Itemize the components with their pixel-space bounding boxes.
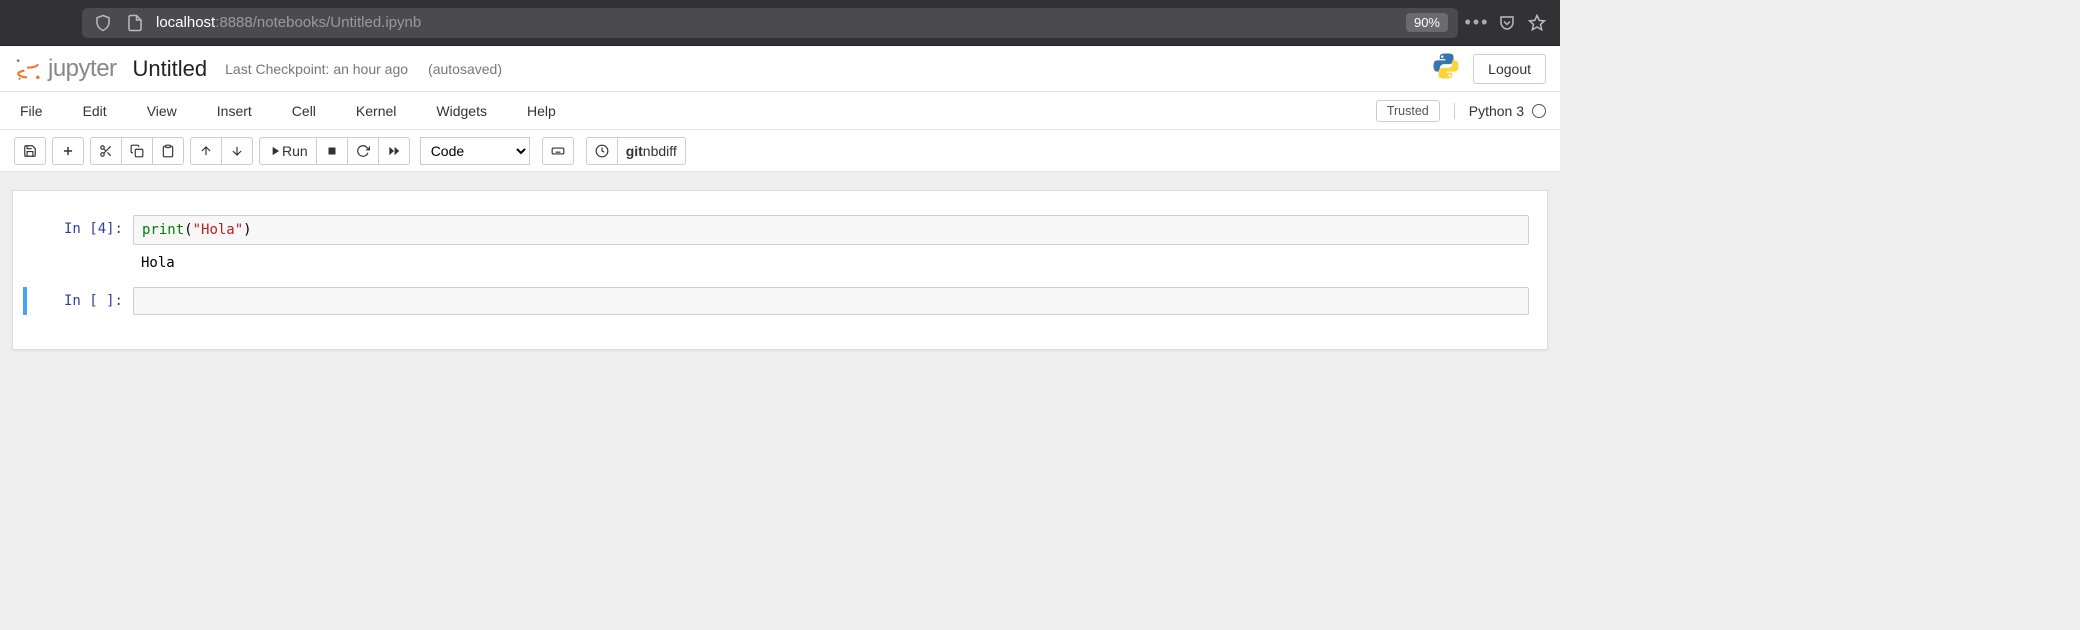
run-label: Run xyxy=(282,143,308,159)
insert-cell-button[interactable] xyxy=(52,137,84,165)
run-button[interactable]: Run xyxy=(259,137,317,165)
restart-button[interactable] xyxy=(347,137,379,165)
kernel-idle-icon xyxy=(1532,104,1546,118)
interrupt-button[interactable] xyxy=(316,137,348,165)
save-button[interactable] xyxy=(14,137,46,165)
notebook-container: In [4]: print("Hola") Hola In [ ]: xyxy=(12,190,1548,350)
out-prompt-blank xyxy=(23,249,133,277)
move-up-button[interactable] xyxy=(190,137,222,165)
logo-text: jupyter xyxy=(48,55,117,83)
python-logo-icon xyxy=(1431,51,1461,86)
git-rest-label: nbdiff xyxy=(643,143,677,159)
copy-button[interactable] xyxy=(121,137,153,165)
jupyter-logo[interactable]: jupyter xyxy=(14,55,117,83)
code-input[interactable]: print("Hola") xyxy=(133,215,1529,245)
code-paren-close: ) xyxy=(243,222,251,238)
code-func: print xyxy=(142,222,184,238)
jupyter-header: jupyter Untitled Last Checkpoint: an hou… xyxy=(0,46,1560,92)
menu-help[interactable]: Help xyxy=(521,99,562,123)
notebook-area: In [4]: print("Hola") Hola In [ ]: xyxy=(0,172,1560,368)
move-down-button[interactable] xyxy=(221,137,253,165)
kernel-indicator[interactable]: Python 3 xyxy=(1454,103,1546,119)
kernel-label: Python 3 xyxy=(1469,103,1524,119)
shield-icon xyxy=(92,12,114,34)
zoom-badge[interactable]: 90% xyxy=(1406,13,1448,32)
menu-kernel[interactable]: Kernel xyxy=(350,99,402,123)
url-bar[interactable]: localhost:8888/notebooks/Untitled.ipynb … xyxy=(82,8,1458,38)
pocket-icon[interactable] xyxy=(1496,12,1518,34)
toolbar: Run Code git nbdiff xyxy=(0,130,1560,172)
browser-address-bar: localhost:8888/notebooks/Untitled.ipynb … xyxy=(0,0,1560,46)
menu-cell[interactable]: Cell xyxy=(286,99,322,123)
more-icon[interactable]: ••• xyxy=(1466,12,1488,34)
paste-button[interactable] xyxy=(152,137,184,165)
bookmark-star-icon[interactable] xyxy=(1526,12,1548,34)
code-cell[interactable]: In [4]: print("Hola") xyxy=(23,215,1537,245)
code-paren-open: ( xyxy=(184,222,192,238)
cell-type-select[interactable]: Code xyxy=(420,137,530,165)
menu-insert[interactable]: Insert xyxy=(211,99,258,123)
page-icon xyxy=(124,12,146,34)
code-input[interactable] xyxy=(133,287,1529,315)
notebook-name[interactable]: Untitled xyxy=(133,56,208,82)
url-text: localhost:8888/notebooks/Untitled.ipynb xyxy=(156,14,1388,31)
menu-bar: File Edit View Insert Cell Kernel Widget… xyxy=(0,92,1560,130)
git-nbdiff-button[interactable]: git nbdiff xyxy=(617,137,686,165)
cut-button[interactable] xyxy=(90,137,122,165)
logout-button[interactable]: Logout xyxy=(1473,54,1546,84)
menu-view[interactable]: View xyxy=(141,99,183,123)
code-cell[interactable]: In [ ]: xyxy=(23,287,1537,315)
in-prompt: In [ ]: xyxy=(27,287,133,315)
menu-file[interactable]: File xyxy=(14,99,49,123)
output-row: Hola xyxy=(23,249,1537,277)
autosave-text: (autosaved) xyxy=(428,61,502,77)
trusted-badge[interactable]: Trusted xyxy=(1376,100,1440,122)
menu-edit[interactable]: Edit xyxy=(77,99,113,123)
restart-run-all-button[interactable] xyxy=(378,137,410,165)
command-palette-button[interactable] xyxy=(542,137,574,165)
code-string: "Hola" xyxy=(193,222,244,238)
cell-output: Hola xyxy=(133,249,1537,277)
checkpoint-text: Last Checkpoint: an hour ago xyxy=(225,61,408,77)
git-bold-label: git xyxy=(626,143,643,159)
in-prompt: In [4]: xyxy=(23,215,133,245)
git-history-button[interactable] xyxy=(586,137,618,165)
menu-widgets[interactable]: Widgets xyxy=(430,99,493,123)
